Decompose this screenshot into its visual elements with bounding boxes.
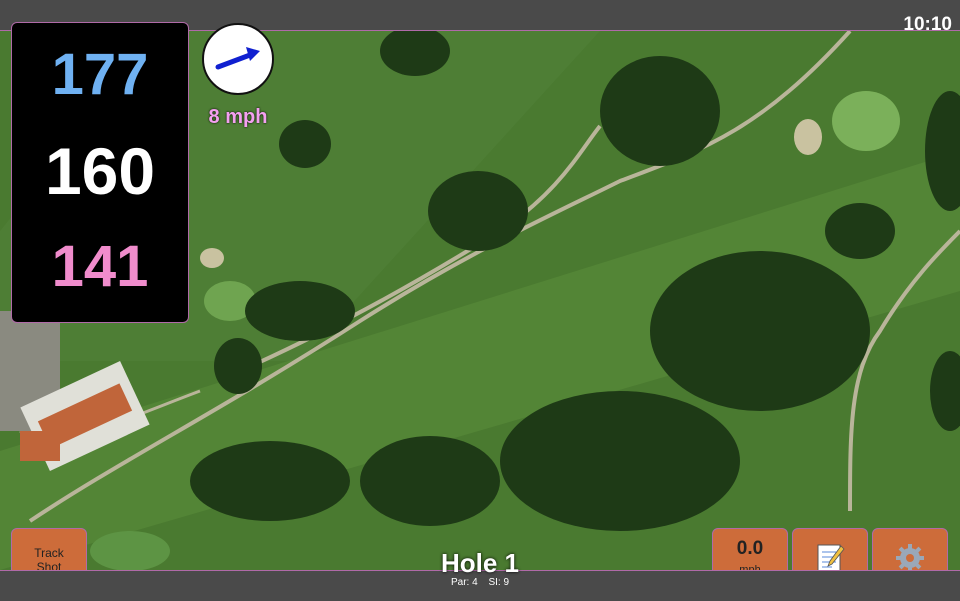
middle-distance: 160 [44,134,156,208]
speed-value: 0.0 [736,538,764,559]
back-distance: 177 [51,42,149,107]
distance-panel: 177 160 141 [11,22,189,323]
track-shot-label-line1: Track [34,546,64,560]
wind-speed: 8 mph [208,106,268,128]
hole-title: Hole 1 [440,548,520,578]
hole-info: Par: 4 SI: 9 [380,577,580,588]
hole-par: Par: 4 [450,577,478,588]
front-distance: 141 [51,234,149,299]
wind-arrow-icon [215,47,260,70]
wind-direction-dial [202,23,274,95]
hole-stroke-index: SI: 9 [488,577,510,588]
